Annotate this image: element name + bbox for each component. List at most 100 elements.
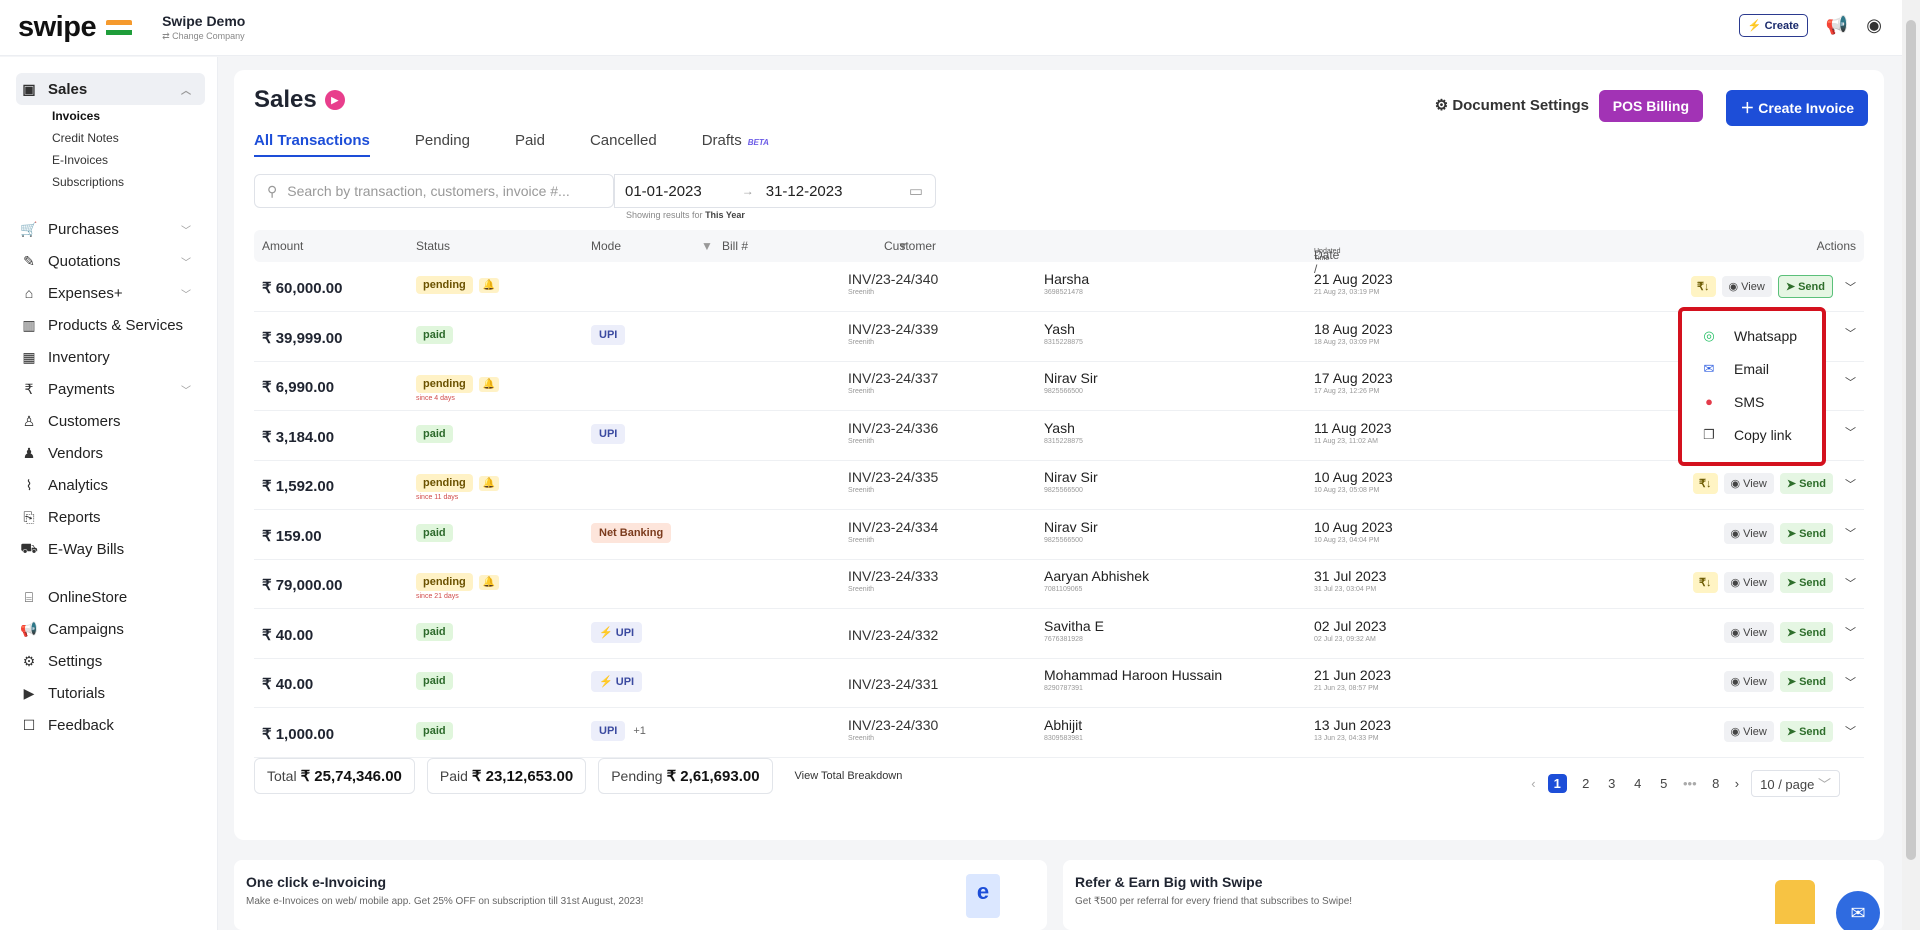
sidebar-item-expenses[interactable]: ⌂ Expenses+ ﹀	[20, 277, 205, 309]
table-row[interactable]: ₹ 3,184.00 paid UPI INV/23-24/336 Sreenith Ya…	[254, 412, 1864, 461]
bell-icon[interactable]: 🔔	[478, 278, 500, 293]
view-button[interactable]: ◉ View	[1721, 276, 1772, 297]
sidebar-subitem-invoices[interactable]: Invoices	[52, 105, 205, 127]
sidebar-item-products[interactable]: ▥ Products & Services	[20, 309, 205, 341]
sidebar-subitem-credit-notes[interactable]: Credit Notes	[52, 127, 205, 149]
bell-icon[interactable]: 🔔	[478, 377, 500, 392]
menu-item-sms[interactable]: ● SMS	[1682, 385, 1822, 418]
col-mode[interactable]: Mode	[591, 239, 621, 253]
chevron-down-icon[interactable]: ﹀	[1845, 674, 1856, 690]
send-button[interactable]: ➤ Send	[1779, 572, 1833, 593]
view-button[interactable]: ◉ View	[1723, 572, 1774, 593]
bill-cell[interactable]: INV/23-24/333 Sreenith	[848, 568, 938, 593]
sidebar-item-reports[interactable]: ⎘ Reports	[20, 501, 205, 533]
table-row[interactable]: ₹ 39,999.00 paid UPI INV/23-24/339 Sreenith Y…	[254, 313, 1864, 362]
bill-number[interactable]: INV/23-24/332	[848, 627, 938, 643]
send-button[interactable]: ➤ Send	[1779, 522, 1833, 544]
record-payment-button[interactable]: ₹↓	[1693, 572, 1718, 593]
search-input[interactable]: ⚲ Search by transaction, customers, invo…	[254, 174, 614, 208]
status-badge[interactable]: pending	[416, 276, 473, 294]
chevron-down-icon[interactable]: ﹀	[1845, 723, 1856, 739]
table-row[interactable]: ₹ 40.00 paid ⚡ UPI INV/23-24/332 Savitha E 76…	[254, 610, 1864, 659]
sidebar-item-settings[interactable]: ⚙ Settings	[20, 645, 205, 677]
bill-cell[interactable]: INV/23-24/334 Sreenith	[848, 519, 938, 544]
table-row[interactable]: ₹ 1,592.00 pending 🔔 since 11 days INV/23-24…	[254, 461, 1864, 510]
customer-name[interactable]: Nirav Sir	[1044, 469, 1098, 485]
customer-name[interactable]: Nirav Sir	[1044, 519, 1098, 535]
status-badge[interactable]: paid	[416, 721, 453, 740]
bill-number[interactable]: INV/23-24/335	[848, 469, 938, 485]
col-status[interactable]: Status	[416, 239, 450, 253]
tab-paid[interactable]: Paid	[515, 132, 545, 157]
document-settings-button[interactable]: ⚙ Document Settings	[1435, 96, 1589, 114]
company-switcher[interactable]: Swipe Demo ⇄ Change Company	[162, 13, 245, 42]
view-button[interactable]: ◉ View	[1723, 720, 1774, 742]
profile-icon[interactable]: ◉	[1866, 15, 1882, 36]
prev-page-icon[interactable]: ‹	[1531, 776, 1535, 791]
page-1[interactable]: 1	[1547, 774, 1567, 793]
send-button[interactable]: ➤ Send	[1779, 621, 1833, 643]
sidebar-item-campaigns[interactable]: 📢 Campaigns	[20, 613, 205, 645]
bill-number[interactable]: INV/23-24/330	[848, 717, 938, 733]
chevron-down-icon[interactable]: ﹀	[1845, 325, 1856, 341]
view-button[interactable]: ◉ View	[1723, 621, 1774, 643]
bill-number[interactable]: INV/23-24/334	[848, 519, 938, 535]
bill-cell[interactable]: INV/23-24/337 Sreenith	[848, 370, 938, 395]
chevron-down-icon[interactable]: ﹀	[1845, 476, 1856, 492]
table-row[interactable]: ₹ 40.00 paid ⚡ UPI INV/23-24/331 Mohammad Ha…	[254, 659, 1864, 708]
tab-all-transactions[interactable]: All Transactions	[254, 132, 370, 157]
tab-pending[interactable]: Pending	[415, 132, 470, 157]
status-badge[interactable]: pending	[416, 474, 473, 492]
bill-number[interactable]: INV/23-24/337	[848, 370, 938, 386]
play-video-icon[interactable]: ▶	[324, 90, 345, 110]
send-button[interactable]: ➤ Send	[1779, 671, 1833, 692]
customer-name[interactable]: Yash	[1044, 420, 1083, 436]
menu-item-copy-link[interactable]: ❐ Copy link	[1682, 418, 1822, 451]
sidebar-item-onlinestore[interactable]: ⌸ OnlineStore	[20, 581, 205, 613]
customer-name[interactable]: Yash	[1044, 321, 1083, 337]
status-badge[interactable]: paid	[416, 424, 453, 443]
sidebar-item-eway-bills[interactable]: ⛟ E-Way Bills	[20, 533, 205, 565]
next-page-icon[interactable]: ›	[1735, 776, 1739, 791]
sidebar-item-customers[interactable]: ♙ Customers	[20, 405, 205, 437]
status-badge[interactable]: paid	[416, 325, 453, 344]
status-badge[interactable]: paid	[416, 622, 453, 641]
chevron-down-icon[interactable]: ﹀	[1845, 575, 1856, 591]
bill-cell[interactable]: INV/23-24/339 Sreenith	[848, 321, 938, 346]
customer-name[interactable]: Mohammad Haroon Hussain	[1044, 667, 1222, 683]
bill-cell[interactable]: INV/23-24/340 Sreenith	[848, 271, 938, 296]
col-amount[interactable]: Amount	[262, 239, 303, 253]
date-from[interactable]: 01-01-2023	[625, 183, 702, 200]
bill-cell[interactable]: INV/23-24/336 Sreenith	[848, 420, 938, 445]
status-badge[interactable]: pending	[416, 375, 473, 393]
sidebar-item-purchases[interactable]: 🛒 Purchases ﹀	[20, 213, 205, 245]
send-button[interactable]: ➤ Send	[1779, 720, 1833, 742]
table-row[interactable]: ₹ 60,000.00 pending 🔔 INV/23-24/340 Sreenith…	[254, 263, 1864, 312]
bill-number[interactable]: INV/23-24/336	[848, 420, 938, 436]
record-payment-button[interactable]: ₹↓	[1693, 473, 1718, 494]
sidebar-item-sales[interactable]: ▣ Sales ︿	[16, 73, 205, 105]
sidebar-subitem-e-invoices[interactable]: E-Invoices	[52, 149, 205, 171]
tab-cancelled[interactable]: Cancelled	[590, 132, 657, 157]
sidebar-item-vendors[interactable]: ♟ Vendors	[20, 437, 205, 469]
chat-support-icon[interactable]: ✉	[1836, 891, 1880, 930]
promo-refer-earn[interactable]: Refer & Earn Big with Swipe Get ₹500 per…	[1063, 860, 1884, 930]
more-modes[interactable]: +1	[633, 725, 646, 737]
filter-icon[interactable]: ▼	[701, 239, 713, 253]
chevron-down-icon[interactable]: ﹀	[1845, 374, 1856, 390]
send-button[interactable]: ➤ Send	[1777, 275, 1833, 298]
col-bill[interactable]: Bill #	[722, 239, 748, 253]
bill-number[interactable]: INV/23-24/331	[848, 676, 938, 692]
bill-cell[interactable]: INV/23-24/335 Sreenith	[848, 469, 938, 494]
swipe-logo[interactable]: swipe	[18, 11, 133, 44]
chevron-down-icon[interactable]: ﹀	[1845, 424, 1856, 440]
bill-cell[interactable]: INV/23-24/332	[848, 627, 938, 643]
bill-number[interactable]: INV/23-24/340	[848, 271, 938, 287]
view-button[interactable]: ◉ View	[1723, 671, 1774, 692]
record-payment-button[interactable]: ₹↓	[1691, 276, 1716, 297]
menu-item-whatsapp[interactable]: ◎ Whatsapp	[1682, 319, 1822, 352]
chevron-down-icon[interactable]: ﹀	[1845, 624, 1856, 640]
bill-number[interactable]: INV/23-24/339	[848, 321, 938, 337]
bill-cell[interactable]: INV/23-24/331	[848, 676, 938, 692]
page-size-select[interactable]: 10 / page ﹀	[1751, 770, 1840, 797]
